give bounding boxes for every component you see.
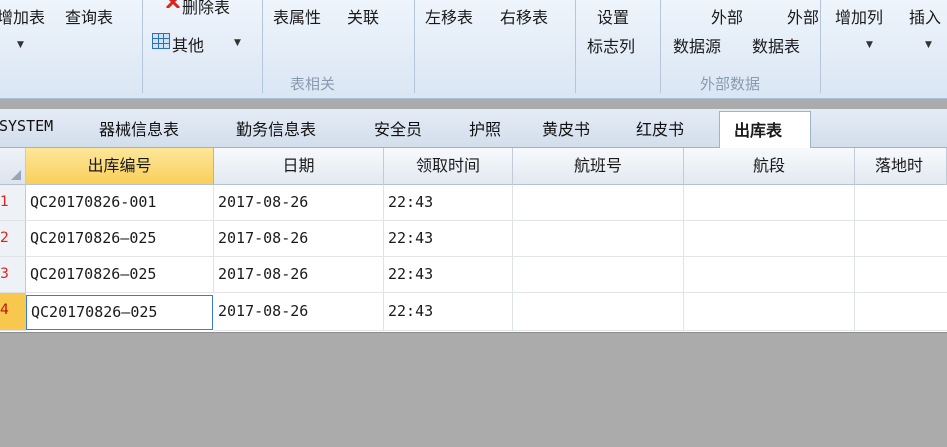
table-cell[interactable]: 22:43 xyxy=(384,257,513,293)
move-left-button[interactable]: 左移表 xyxy=(425,4,473,28)
column-header[interactable]: 航段 xyxy=(684,148,855,185)
tab-outbound-label: 出库表 xyxy=(734,121,783,140)
row-number[interactable]: 3 xyxy=(0,257,26,293)
table-cell[interactable] xyxy=(513,293,684,331)
table-grid-icon xyxy=(152,33,170,49)
table-cell[interactable]: 2017-08-26 xyxy=(214,257,384,293)
table-cell[interactable] xyxy=(855,257,947,293)
tab-system[interactable]: SYSTEM xyxy=(0,117,53,135)
table-properties-button[interactable]: 表属性 xyxy=(273,4,321,28)
tab-security-officer[interactable]: 安全员 xyxy=(374,116,422,140)
ribbon-toolbar: 增加表 ▼ 查询表 删除表 其他 ▼ 表属性 关联 左移表 右移表 设置 标志列… xyxy=(0,0,947,99)
chevron-down-icon[interactable]: ▼ xyxy=(866,40,873,50)
external-table-label[interactable]: 数据表 xyxy=(752,33,800,57)
group-divider xyxy=(575,0,576,93)
group-divider xyxy=(414,0,415,93)
tab-equipment-info[interactable]: 器械信息表 xyxy=(99,116,179,140)
column-header[interactable]: 领取时间 xyxy=(384,148,513,185)
table-cell[interactable]: 2017-08-26 xyxy=(214,185,384,221)
table-cell[interactable]: 22:43 xyxy=(384,185,513,221)
relate-button[interactable]: 关联 xyxy=(347,4,379,28)
tab-yellow-book[interactable]: 黄皮书 xyxy=(542,116,590,140)
query-table-button[interactable]: 查询表 xyxy=(65,4,113,28)
set-flag-column-button[interactable]: 设置 xyxy=(597,4,629,28)
group-label-external: 外部数据 xyxy=(700,75,761,93)
group-divider xyxy=(820,0,821,93)
table-cell[interactable] xyxy=(855,293,947,331)
table-cell[interactable] xyxy=(855,185,947,221)
table-cell[interactable]: 22:43 xyxy=(384,293,513,331)
delete-icon xyxy=(165,0,181,8)
tab-red-book[interactable]: 红皮书 xyxy=(636,116,684,140)
table-cell[interactable] xyxy=(684,257,855,293)
select-all-icon xyxy=(11,170,21,180)
row-number[interactable]: 2 xyxy=(0,221,26,257)
column-header[interactable]: 航班号 xyxy=(513,148,684,185)
delete-table-button[interactable]: 删除表 xyxy=(182,0,230,18)
tab-outbound[interactable]: 出库表 xyxy=(719,111,811,148)
external-source-button[interactable]: 外部 xyxy=(711,4,743,28)
select-all-corner[interactable] xyxy=(0,148,26,185)
group-divider xyxy=(262,0,263,93)
external-source-label[interactable]: 数据源 xyxy=(673,33,721,57)
tab-duty-info[interactable]: 勤务信息表 xyxy=(236,116,316,140)
table-cell[interactable]: 2017-08-26 xyxy=(214,221,384,257)
group-divider xyxy=(660,0,661,93)
set-flag-column-label[interactable]: 标志列 xyxy=(587,33,635,57)
table-cell[interactable]: QC20170826-001 xyxy=(26,185,214,221)
table-cell[interactable] xyxy=(513,221,684,257)
row-number-current[interactable]: 4 xyxy=(0,293,26,331)
table-cell-focused[interactable]: QC20170826—025 xyxy=(26,295,213,330)
column-header[interactable]: 出库编号 xyxy=(26,148,214,185)
move-right-button[interactable]: 右移表 xyxy=(500,4,548,28)
group-label-table: 表相关 xyxy=(290,75,336,93)
insert-button[interactable]: 插入 xyxy=(909,4,941,28)
chevron-down-icon[interactable]: ▼ xyxy=(925,40,932,50)
tab-passport[interactable]: 护照 xyxy=(469,116,501,140)
add-table-button[interactable]: 增加表 xyxy=(0,4,45,28)
table-cell[interactable] xyxy=(513,185,684,221)
external-table-button[interactable]: 外部 xyxy=(787,4,819,28)
chevron-down-icon[interactable]: ▼ xyxy=(234,38,241,48)
table-cell[interactable] xyxy=(684,221,855,257)
data-grid: 出库编号 日期 领取时间 航班号 航段 落地时 1 QC20170826-001… xyxy=(0,148,947,333)
other-button[interactable]: 其他 xyxy=(172,32,204,56)
sheet-tab-bar: SYSTEM 器械信息表 勤务信息表 安全员 护照 黄皮书 红皮书 出库表 xyxy=(0,109,947,148)
table-cell[interactable]: QC20170826—025 xyxy=(26,257,214,293)
table-cell[interactable] xyxy=(513,257,684,293)
column-header[interactable]: 日期 xyxy=(214,148,384,185)
table-cell[interactable]: 22:43 xyxy=(384,221,513,257)
row-number[interactable]: 1 xyxy=(0,185,26,221)
chevron-down-icon[interactable]: ▼ xyxy=(17,40,24,50)
add-column-button[interactable]: 增加列 xyxy=(835,4,883,28)
column-header[interactable]: 落地时 xyxy=(855,148,947,185)
table-cell[interactable]: 2017-08-26 xyxy=(214,293,384,331)
table-cell[interactable] xyxy=(684,293,855,331)
table-cell[interactable] xyxy=(684,185,855,221)
group-divider xyxy=(142,0,143,93)
table-cell[interactable] xyxy=(855,221,947,257)
table-cell[interactable]: QC20170826—025 xyxy=(26,221,214,257)
